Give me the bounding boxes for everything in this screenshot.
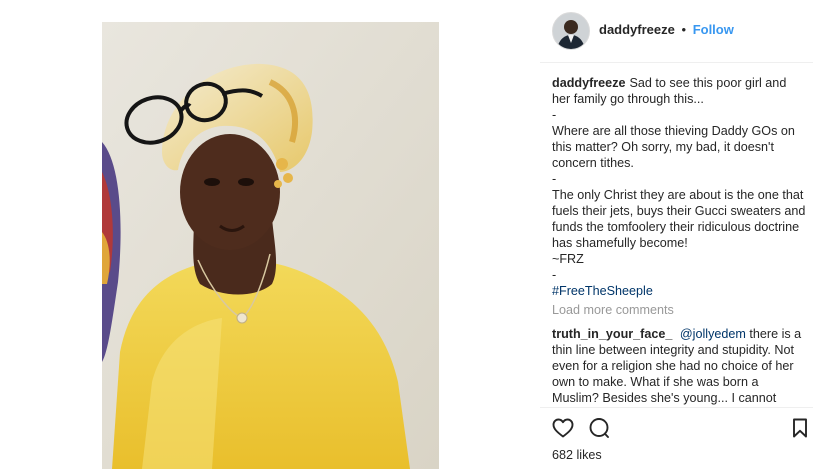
caption-line-5: The only Christ they are about is the on… bbox=[552, 188, 806, 250]
post-header: daddyfreeze • Follow bbox=[540, 0, 813, 63]
heart-icon[interactable] bbox=[551, 416, 575, 440]
header-username[interactable]: daddyfreeze bbox=[599, 22, 675, 37]
post-media-area bbox=[0, 0, 540, 469]
caption-hashtag[interactable]: #FreeTheSheeple bbox=[552, 284, 653, 298]
caption-line-6: ~FRZ bbox=[552, 252, 584, 266]
action-bar: 682 likes bbox=[540, 407, 813, 470]
caption-line-2: - bbox=[552, 108, 557, 122]
comments-list[interactable]: daddyfreeze Sad to see this poor girl and… bbox=[552, 75, 807, 407]
bookmark-icon[interactable] bbox=[788, 416, 812, 440]
caption-line-3: Where are all those thieving Daddy GOs o… bbox=[552, 124, 799, 170]
avatar[interactable] bbox=[552, 12, 590, 50]
header-separator: • bbox=[681, 22, 687, 37]
post-side-panel: daddyfreeze • Follow daddyfreeze Sad to s… bbox=[540, 0, 813, 469]
caption-line-4: - bbox=[552, 172, 557, 186]
comment-username[interactable]: truth_in_your_face_ bbox=[552, 327, 672, 341]
comment-item: truth_in_your_face_ @jollyedem there is … bbox=[552, 326, 807, 406]
caption-username[interactable]: daddyfreeze bbox=[552, 76, 626, 90]
comment-icon[interactable] bbox=[587, 416, 611, 440]
likes-count[interactable]: 682 likes bbox=[552, 448, 602, 462]
comment-mention[interactable]: @jollyedem bbox=[680, 327, 746, 341]
post-photo[interactable] bbox=[102, 22, 439, 469]
caption: daddyfreeze Sad to see this poor girl and… bbox=[552, 75, 807, 299]
caption-line-7: - bbox=[552, 268, 557, 282]
load-more-comments[interactable]: Load more comments bbox=[552, 302, 807, 318]
header-username-line: daddyfreeze • Follow bbox=[599, 22, 734, 37]
follow-button[interactable]: Follow bbox=[693, 22, 734, 37]
